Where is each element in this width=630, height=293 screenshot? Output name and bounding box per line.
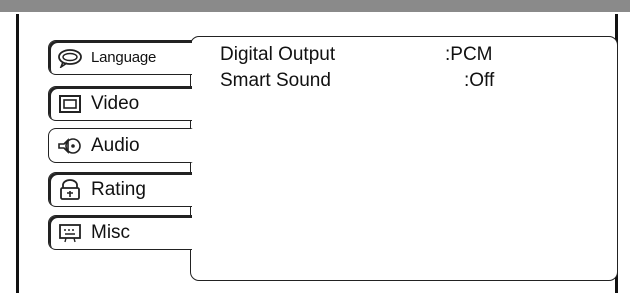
tab-misc-label: Misc [91,221,131,243]
tab-misc[interactable]: Misc [48,215,192,250]
tab-rating[interactable]: Rating [48,172,192,207]
speaker-icon [57,135,83,157]
tab-audio[interactable]: Audio [48,128,193,163]
monitor-icon [57,93,83,115]
tab-language[interactable]: Language [48,40,192,75]
setting-row-smart-sound[interactable]: Smart Sound :Off [220,70,600,94]
smart-sound-label: Smart Sound [220,70,331,91]
speech-bubble-icon [57,47,83,69]
tab-rating-label: Rating [91,178,146,200]
tab-video[interactable]: Video [48,86,192,121]
digital-output-label: Digital Output [220,44,336,65]
tab-language-label: Language [91,49,157,66]
top-bar [0,0,630,12]
tab-video-label: Video [91,92,140,114]
digital-output-value: :PCM [445,44,493,65]
lock-icon [57,178,83,201]
keyboard-icon [57,222,83,244]
tab-audio-label: Audio [91,134,140,156]
setting-row-digital-output[interactable]: Digital Output :PCM [220,44,600,68]
smart-sound-value: :Off [464,70,495,91]
